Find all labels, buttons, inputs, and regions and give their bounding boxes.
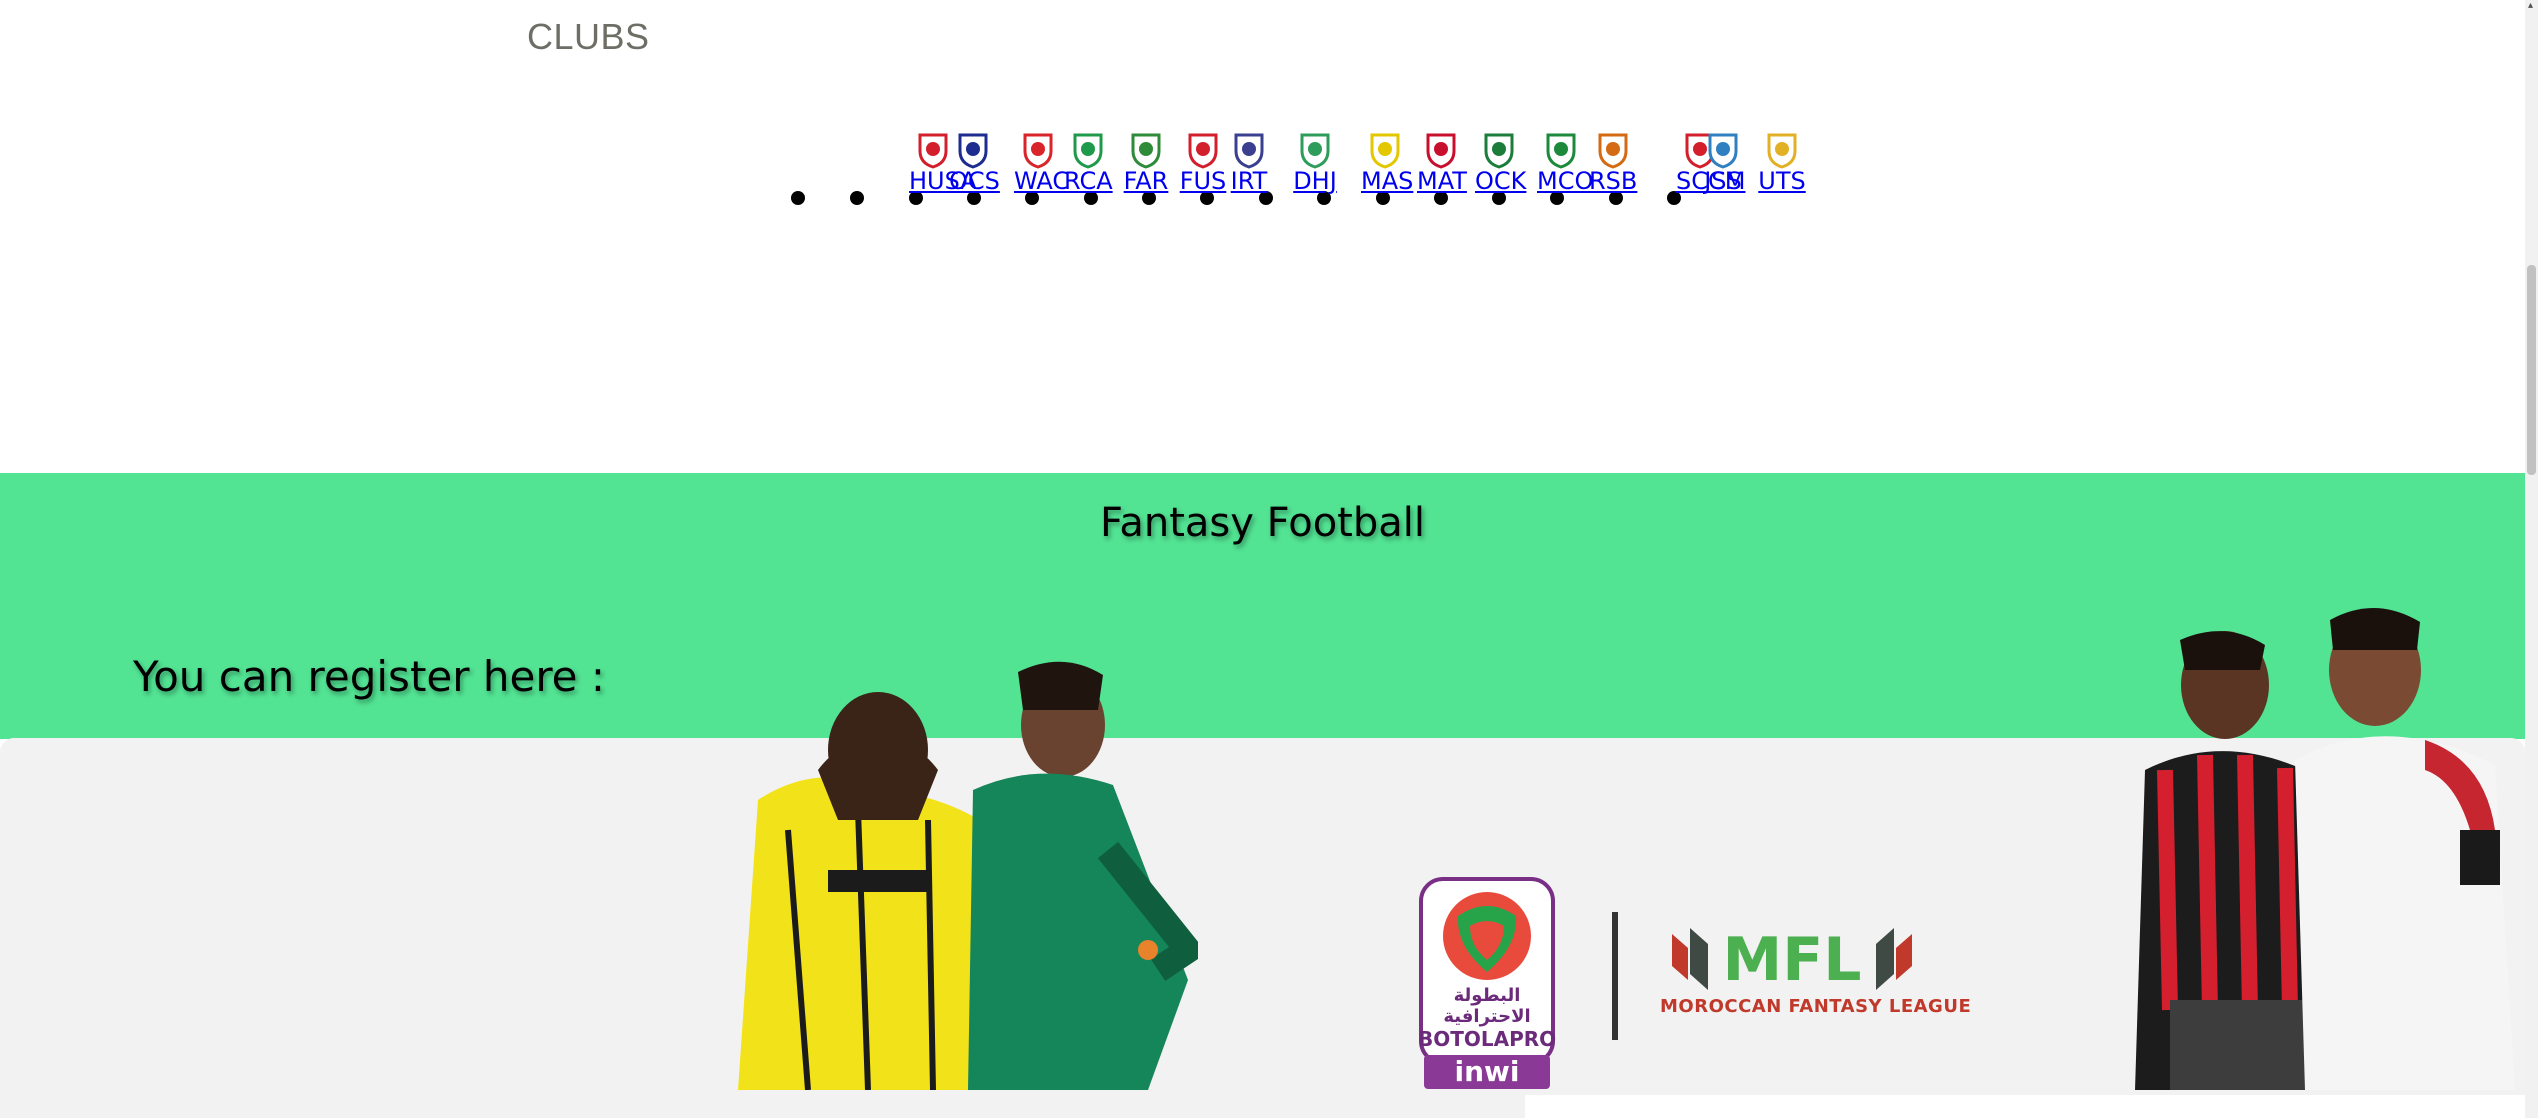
players-right-image xyxy=(2125,590,2525,1094)
club-link-irt[interactable]: IRT xyxy=(1225,131,1273,195)
far-crest-icon[interactable] xyxy=(1129,131,1163,169)
page-scrollbar-thumb[interactable] xyxy=(2527,265,2536,475)
club-link-mat[interactable]: MAT xyxy=(1417,131,1467,195)
club-abbr-label[interactable]: MAT xyxy=(1417,167,1467,195)
club-link-far[interactable]: FAR xyxy=(1122,131,1170,195)
mas-crest-icon[interactable] xyxy=(1368,131,1402,169)
husa-crest-icon[interactable] xyxy=(916,131,950,169)
club-link-mco[interactable]: MCO xyxy=(1537,131,1593,195)
page-scrollbar-track[interactable] xyxy=(2525,0,2538,1118)
botola-english-name: BOTOLAPRO xyxy=(1418,1027,1557,1051)
rsb-crest-icon[interactable] xyxy=(1596,131,1630,169)
fus-crest-icon[interactable] xyxy=(1186,131,1220,169)
club-abbr-label[interactable]: OCS xyxy=(949,167,1000,195)
list-bullet xyxy=(850,191,864,205)
club-link-ock[interactable]: OCK xyxy=(1475,131,1526,195)
register-prompt: You can register here : xyxy=(133,652,606,701)
list-bullet xyxy=(791,191,805,205)
clubs-section-title: CLUBS xyxy=(527,16,650,57)
club-link-jss[interactable]: JSS xyxy=(1699,131,1747,195)
promo-panel-edge xyxy=(1525,1095,2525,1118)
club-abbr-label[interactable]: DHJ xyxy=(1291,167,1339,195)
club-abbr-label[interactable]: FUS xyxy=(1179,167,1227,195)
club-abbr-label[interactable]: RSB xyxy=(1589,167,1637,195)
ock-crest-icon[interactable] xyxy=(1482,131,1516,169)
club-link-uts[interactable]: UTS xyxy=(1758,131,1806,195)
mat-crest-icon[interactable] xyxy=(1424,131,1458,169)
club-abbr-label[interactable]: WAC xyxy=(1014,167,1069,195)
uts-crest-icon[interactable] xyxy=(1765,131,1799,169)
irt-crest-icon[interactable] xyxy=(1232,131,1266,169)
club-abbr-label[interactable]: JSS xyxy=(1699,167,1747,195)
players-left-image xyxy=(718,650,1208,1094)
fantasy-football-title: Fantasy Football xyxy=(1100,500,1425,546)
club-abbr-label[interactable]: MAS xyxy=(1361,167,1413,195)
club-link-fus[interactable]: FUS xyxy=(1179,131,1227,195)
dhj-crest-icon[interactable] xyxy=(1298,131,1332,169)
club-abbr-label[interactable]: IRT xyxy=(1225,167,1273,195)
club-link-dhj[interactable]: DHJ xyxy=(1291,131,1339,195)
club-link-rsb[interactable]: RSB xyxy=(1589,131,1637,195)
rca-crest-icon[interactable] xyxy=(1071,131,1105,169)
inwi-sponsor-mark: inwi xyxy=(1424,1055,1550,1089)
club-link-wac[interactable]: WAC xyxy=(1014,131,1069,195)
mfl-acronym: MFL xyxy=(1723,925,1862,994)
club-link-ocs[interactable]: OCS xyxy=(949,131,1000,195)
botola-arabic-name: البطولة الاحترافية xyxy=(1443,985,1531,1027)
scroll-up-arrow-icon[interactable]: ▴ xyxy=(2528,1,2535,11)
botola-pro-wordmark: البطولة الاحترافية BOTOLAPRO inwi xyxy=(1418,985,1556,1089)
club-abbr-label[interactable]: FAR xyxy=(1122,167,1170,195)
club-abbr-label[interactable]: OCK xyxy=(1475,167,1526,195)
jss-crest-icon[interactable] xyxy=(1706,131,1740,169)
club-link-mas[interactable]: MAS xyxy=(1361,131,1413,195)
club-abbr-label[interactable]: MCO xyxy=(1537,167,1593,195)
club-link-rca[interactable]: RCA xyxy=(1064,131,1113,195)
logo-divider xyxy=(1612,912,1618,1040)
wac-crest-icon[interactable] xyxy=(1021,131,1055,169)
club-abbr-label[interactable]: UTS xyxy=(1758,167,1806,195)
mfl-full-name: MOROCCAN FANTASY LEAGUE xyxy=(1660,996,1972,1017)
ocs-crest-icon[interactable] xyxy=(956,131,990,169)
mfl-logo: MFL xyxy=(1660,920,1924,998)
mco-crest-icon[interactable] xyxy=(1544,131,1578,169)
club-abbr-label[interactable]: RCA xyxy=(1064,167,1113,195)
